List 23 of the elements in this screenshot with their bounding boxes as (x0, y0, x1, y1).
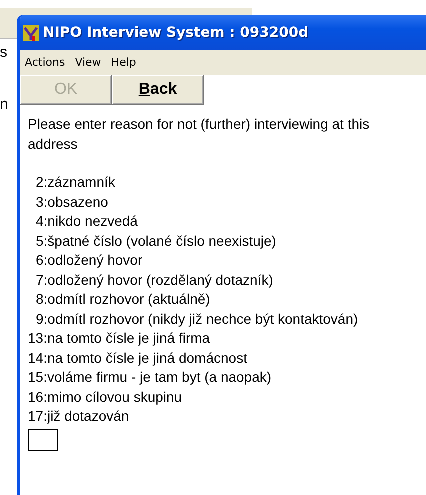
answer-option: 7:odložený hovor (rozdělaný dotazník) (28, 270, 426, 290)
answer-option: 15:voláme firmu - je tam byt (a naopak) (28, 368, 426, 388)
answer-option: 13:na tomto čísle je jiná firma (28, 329, 426, 348)
answer-option: 2:záznamník (28, 173, 426, 192)
answer-option: 14:na tomto čísle je jiná domácnost (28, 348, 426, 368)
menu-item[interactable]: Help (106, 56, 142, 69)
question-text: Please enter reason for not (further) interviewing at this address (28, 115, 371, 154)
answer-option: 9:odmítl rozhovor (nikdy již nechce být kontaktován) (28, 310, 426, 329)
app-icon (22, 24, 40, 42)
menu-item[interactable]: View (70, 56, 106, 69)
answer-option: 17:již dotazován (28, 407, 426, 426)
window-title: NIPO Interview System : 093200d (43, 24, 309, 40)
answer-option: 4:nikdo nezvedá (28, 212, 426, 232)
answer-field[interactable] (28, 428, 58, 450)
answer-option: 8:odmítl rozhovor (aktuálně) (28, 290, 426, 310)
dialog-button[interactable]: Back (112, 75, 204, 105)
answer-option: 6:odložený hovor (28, 251, 426, 270)
background-text: n (0, 96, 8, 114)
answer-option: 5:špatné číslo (volané číslo neexistuje) (28, 232, 426, 251)
background-text: s (0, 44, 8, 62)
answer-option: 3:obsazeno (28, 192, 426, 212)
menu-item[interactable]: Actions (20, 56, 70, 69)
answer-option: 16:mimo cílovou skupinu (28, 388, 426, 407)
